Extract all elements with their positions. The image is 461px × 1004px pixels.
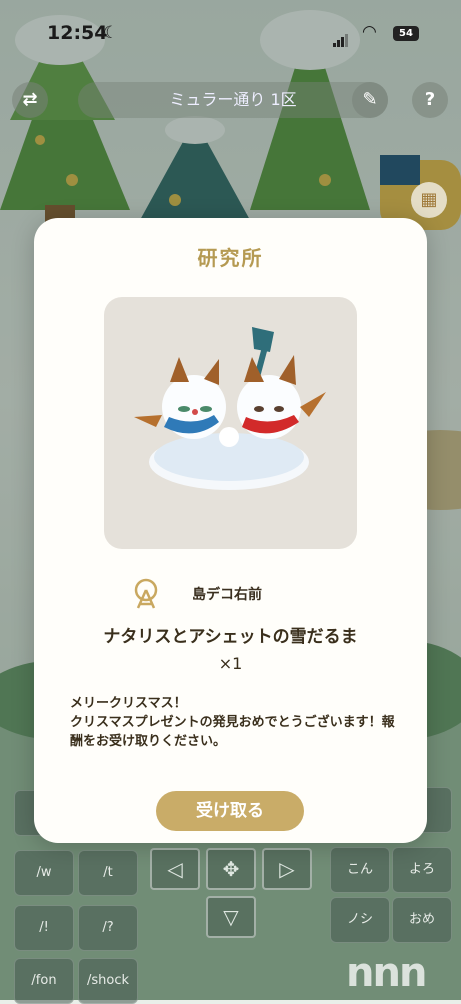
chat-key[interactable]: /t (78, 850, 138, 896)
watermark-logo: nnn (346, 950, 427, 996)
chat-key[interactable]: /shock (78, 958, 138, 1004)
chat-key[interactable]: /w (14, 850, 74, 896)
arrow-down-button[interactable]: ▽ (206, 896, 256, 938)
game-top-bar: ⇄ ミュラー通り 1区 ✎ ? (12, 80, 452, 120)
map-icon[interactable]: ⇄ (12, 82, 48, 118)
status-bar: 12:54 ☾ ◠ 54 (0, 0, 461, 66)
wifi-icon: ◠ (362, 22, 377, 42)
island-deco-icon (134, 578, 158, 609)
item-name: ナタリスとアシェットの雪だるま (103, 627, 358, 647)
memo-icon[interactable]: ✎ (352, 82, 388, 118)
chat-key[interactable]: /fon (14, 958, 74, 1004)
gift-box-icon[interactable]: ▦ (411, 182, 447, 218)
chat-key[interactable]: おめ (392, 897, 452, 943)
arrow-right-button[interactable]: ▷ (262, 848, 312, 890)
reward-dialog: 研究所 島デコ右前 ナタリスとアシェットの雪だるま ×1 メリークリスマス！ ク… (34, 218, 427, 843)
reward-message: メリークリスマス！ クリスマスプレゼントの発見おめでとうございます！報酬をお受け… (70, 696, 395, 749)
chat-key[interactable]: ノシ (330, 897, 390, 943)
item-quantity: ×1 (218, 654, 243, 673)
dialog-title: 研究所 (197, 246, 264, 270)
chat-key[interactable]: /! (14, 905, 74, 951)
clock: 12:54 (47, 22, 108, 44)
cellular-signal-icon (333, 28, 349, 47)
chat-key[interactable]: /? (78, 905, 138, 951)
location-label: ミュラー通り 1区 (78, 82, 388, 118)
receive-button[interactable]: 受け取る (156, 791, 304, 831)
do-not-disturb-icon: ☾ (103, 23, 119, 43)
chat-key[interactable]: こん (330, 847, 390, 893)
help-button[interactable]: ? (412, 82, 448, 118)
category-row: 島デコ右前 (130, 578, 370, 614)
category-label: 島デコ右前 (192, 587, 262, 603)
move-center-icon[interactable]: ✥ (206, 848, 256, 890)
battery-indicator: 54 (393, 26, 419, 41)
arrow-left-button[interactable]: ◁ (150, 848, 200, 890)
chat-key[interactable]: よろ (392, 847, 452, 893)
item-image (104, 297, 357, 549)
